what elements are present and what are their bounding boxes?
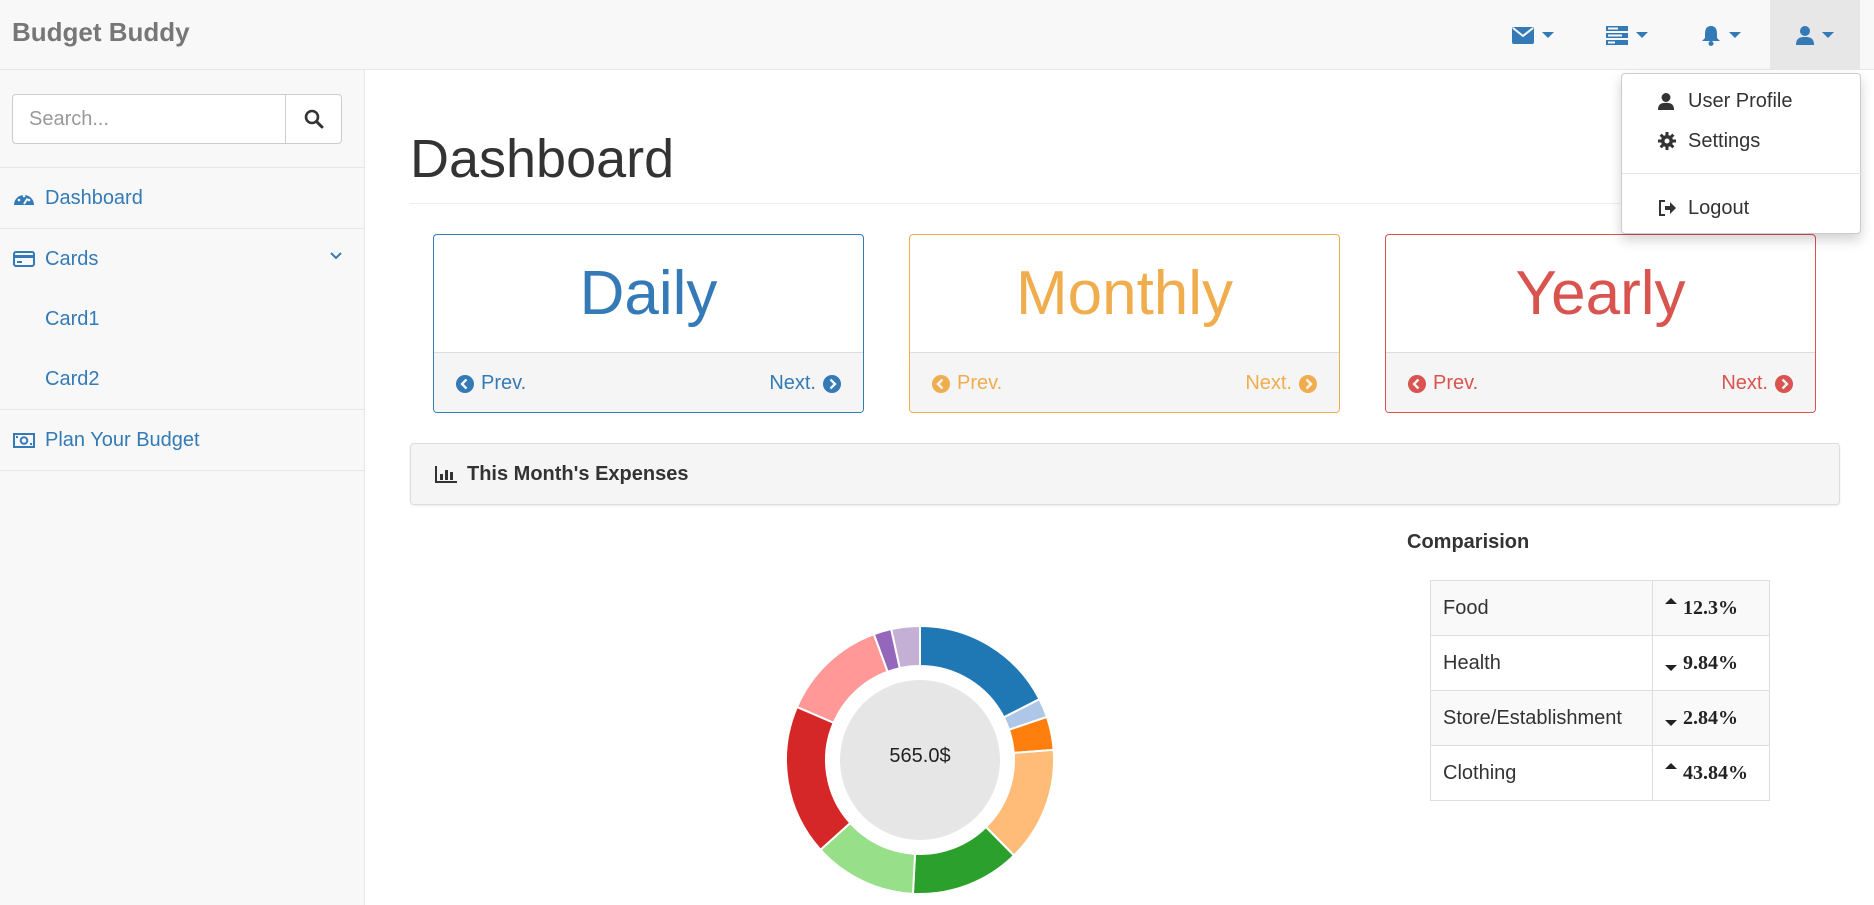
monthly-panel: Monthly Prev. Next. [909, 234, 1340, 413]
sidebar-search [12, 94, 342, 144]
menu-item-user-profile[interactable]: User Profile [1622, 83, 1862, 119]
divider [0, 470, 365, 471]
next-link[interactable]: Next. [769, 372, 841, 395]
table-row: Food 12.3% [1430, 580, 1770, 636]
page-title: Dashboard [410, 129, 675, 189]
chevron-down-icon [1729, 32, 1741, 38]
chevron-down-icon [1636, 32, 1648, 38]
bar-chart-icon [435, 465, 457, 483]
divider [1622, 173, 1862, 174]
panel-footer: Prev. Next. [434, 352, 863, 412]
donut-slice-6[interactable] [785, 705, 852, 852]
sidebar-item-label: Plan Your Budget [45, 428, 200, 451]
user-dropdown-menu: User Profile Settings Logout [1621, 73, 1862, 234]
arrow-circle-right-icon [1299, 374, 1317, 393]
caret-up-icon [1665, 762, 1677, 769]
brand-logo[interactable]: Budget Buddy [12, 17, 190, 48]
prev-label: Prev. [1433, 372, 1479, 394]
comparison-category: Food [1430, 580, 1653, 636]
user-icon [1796, 25, 1814, 45]
yearly-panel: Yearly Prev. Next. [1385, 234, 1816, 413]
next-label: Next. [1245, 372, 1292, 394]
caret-up-icon [1665, 597, 1677, 604]
money-icon [13, 432, 39, 448]
search-icon [304, 109, 323, 129]
comparison-change: 12.3% [1652, 580, 1770, 636]
prev-label: Prev. [481, 372, 527, 394]
comparison-change: 2.84% [1652, 690, 1770, 746]
prev-label: Prev. [957, 372, 1003, 394]
panel-heading: Yearly [1515, 259, 1686, 328]
search-button[interactable] [286, 94, 342, 144]
prev-link[interactable]: Prev. [456, 372, 526, 395]
change-value: 2.84% [1683, 706, 1738, 729]
user-dropdown-toggle[interactable] [1770, 0, 1860, 70]
arrow-circle-left-icon [1408, 374, 1426, 393]
menu-item-label: Settings [1688, 129, 1761, 152]
tasks-icon [1606, 25, 1628, 45]
expenses-panel-heading: This Month's Expenses [410, 443, 1840, 505]
sidebar-subitem-card2[interactable]: Card2 [45, 368, 99, 391]
caret-down-icon [1665, 664, 1677, 671]
panel-footer: Prev. Next. [1386, 352, 1815, 412]
panel-footer: Prev. Next. [910, 352, 1339, 412]
bell-icon [1702, 25, 1720, 46]
prev-link[interactable]: Prev. [1408, 372, 1478, 395]
menu-item-logout[interactable]: Logout [1622, 190, 1862, 226]
chevron-down-icon [1822, 32, 1834, 38]
chevron-down-icon [1542, 32, 1554, 38]
comparison-title: Comparision [1407, 531, 1530, 553]
next-link[interactable]: Next. [1721, 372, 1793, 395]
comparison-category: Health [1430, 635, 1653, 691]
menu-item-settings[interactable]: Settings [1622, 123, 1862, 159]
comparison-table: Food 12.3% Health 9.84% Store/Establishm… [1430, 580, 1770, 801]
user-icon [1658, 92, 1688, 110]
change-value: 9.84% [1683, 651, 1738, 674]
expenses-heading-label: This Month's Expenses [467, 462, 689, 485]
comparison-category: Store/Establishment [1430, 690, 1653, 746]
comparison-category: Clothing [1430, 745, 1653, 801]
alerts-dropdown-toggle[interactable] [1676, 0, 1766, 70]
messages-dropdown-toggle[interactable] [1488, 0, 1578, 70]
menu-item-label: User Profile [1688, 89, 1793, 112]
arrow-circle-right-icon [823, 374, 841, 393]
change-value: 12.3% [1683, 596, 1738, 619]
arrow-circle-left-icon [932, 374, 950, 393]
gear-icon [1658, 132, 1688, 150]
table-row: Health 9.84% [1430, 635, 1770, 691]
sidebar-item-cards[interactable]: Cards [0, 229, 365, 289]
sidebar-subitem-card1[interactable]: Card1 [45, 308, 99, 331]
dashboard-icon [13, 190, 39, 206]
sidebar: Dashboard Cards Card1 Card2 Plan Your [0, 70, 365, 905]
panel-heading: Monthly [1015, 259, 1234, 328]
caret-down-icon [1665, 719, 1677, 726]
sidebar-item-plan-your-budget[interactable]: Plan Your Budget [0, 410, 365, 470]
sidebar-item-dashboard[interactable]: Dashboard [0, 168, 365, 228]
comparison-change: 9.84% [1652, 635, 1770, 691]
sign-out-icon [1658, 200, 1688, 216]
next-label: Next. [1721, 372, 1768, 394]
next-label: Next. [769, 372, 816, 394]
prev-link[interactable]: Prev. [932, 372, 1002, 395]
chevron-down-icon [330, 252, 342, 260]
sidebar-item-label: Cards [45, 247, 99, 270]
arrow-circle-left-icon [456, 374, 474, 393]
top-navbar: Budget Buddy [0, 0, 1874, 70]
menu-item-label: Logout [1688, 196, 1750, 219]
credit-card-icon [13, 251, 39, 267]
change-value: 43.84% [1683, 761, 1748, 784]
daily-panel: Daily Prev. Next. [433, 234, 864, 413]
donut-center-total: 565.0$ [889, 745, 951, 767]
tasks-dropdown-toggle[interactable] [1582, 0, 1672, 70]
table-row: Clothing 43.84% [1430, 745, 1770, 801]
envelope-icon [1512, 26, 1534, 44]
panel-heading: Daily [579, 259, 718, 328]
comparison-change: 43.84% [1652, 745, 1770, 801]
search-input[interactable] [12, 94, 286, 144]
table-row: Store/Establishment 2.84% [1430, 690, 1770, 746]
next-link[interactable]: Next. [1245, 372, 1317, 395]
arrow-circle-right-icon [1775, 374, 1793, 393]
sidebar-item-label: Dashboard [45, 186, 143, 209]
